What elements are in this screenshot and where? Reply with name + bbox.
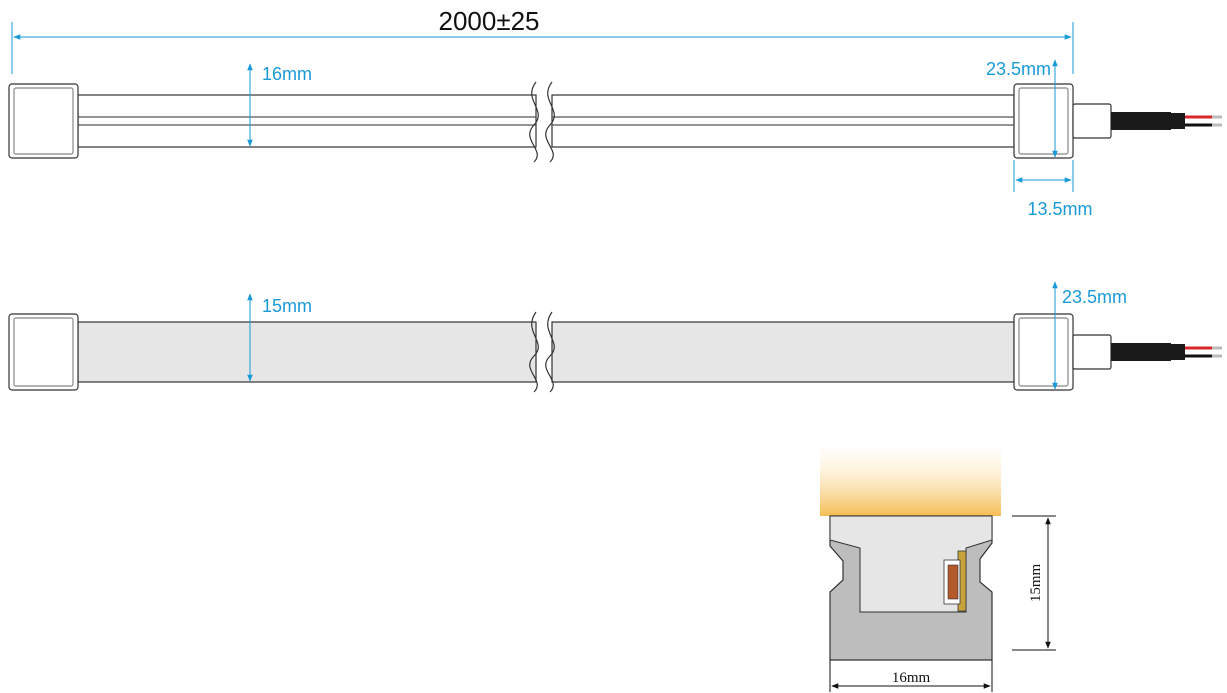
top-end-cap-length-dimension: 13.5mm: [1013, 160, 1093, 219]
cross-height-label: 15mm: [1028, 564, 1044, 603]
side-left-end-cap: [8, 313, 79, 391]
led-chip: [943, 550, 967, 612]
led-strip-dimension-drawing: 2000±25 16mm 23.5mm 13.5mm 15mm 23.5mm 1…: [8, 6, 1222, 692]
top-left-end-cap: [8, 83, 79, 159]
top-width-label: 16mm: [262, 64, 312, 84]
top-cable: [1111, 112, 1222, 130]
side-width-label: 15mm: [262, 296, 312, 316]
cross-width-dimension: 16mm: [829, 660, 993, 692]
cross-width-label: 16mm: [892, 670, 931, 686]
total-length-label: 2000±25: [438, 6, 539, 36]
top-strip-body: [77, 94, 1015, 148]
top-end-cap-length-label: 13.5mm: [1027, 199, 1092, 219]
top-right-end-cap: [1013, 83, 1112, 159]
top-end-cap-height-label: 23.5mm: [986, 59, 1051, 79]
side-view: 15mm 23.5mm: [8, 281, 1222, 393]
cross-height-dimension: 15mm: [1012, 515, 1056, 651]
side-strip-body: [77, 321, 1015, 383]
side-cable: [1111, 343, 1222, 361]
light-glow: [820, 448, 1001, 516]
total-length-dimension: 2000±25: [11, 6, 1074, 74]
side-end-cap-height-label: 23.5mm: [1062, 287, 1127, 307]
side-right-end-cap: [1013, 313, 1112, 391]
top-view: 2000±25 16mm 23.5mm 13.5mm: [8, 6, 1222, 219]
cross-section-view: 15mm 16mm: [820, 448, 1056, 692]
